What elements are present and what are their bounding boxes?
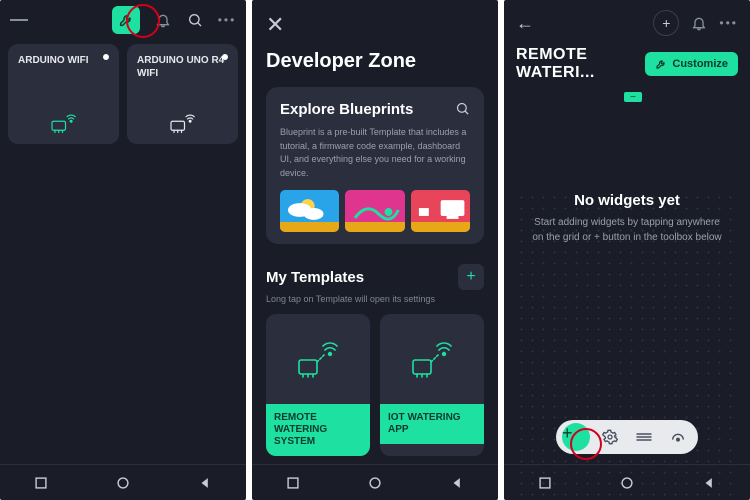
device-card[interactable]: ARDUINO UNO R4 WIFI (127, 44, 238, 144)
add-button[interactable]: + (653, 10, 679, 36)
toolbox-add-button[interactable]: + (559, 423, 593, 451)
template-name: REMOTE WATERING SYSTEM (266, 404, 370, 456)
menu-icon[interactable] (10, 11, 28, 29)
topbar: ••• (0, 0, 246, 40)
nav-home-icon[interactable] (368, 476, 382, 490)
nav-back-icon[interactable] (450, 476, 464, 490)
android-navbar (0, 464, 246, 500)
nav-home-icon[interactable] (620, 476, 634, 490)
page-title: Developer Zone (266, 50, 484, 73)
close-icon[interactable]: ✕ (266, 12, 284, 37)
nav-recent-icon[interactable] (538, 476, 552, 490)
blueprint-thumb[interactable] (345, 190, 404, 232)
search-icon[interactable] (186, 11, 204, 29)
more-icon[interactable]: ••• (719, 16, 738, 30)
screen-developer-zone: ✕ Developer Zone Explore Blueprints Blue… (252, 0, 498, 500)
device-cards: ARDUINO WIFI ARDUINO UNO R4 WIFI (0, 44, 246, 144)
my-templates-title: My Templates (266, 269, 364, 286)
blueprint-thumb[interactable] (280, 190, 339, 232)
blueprints-desc: Blueprint is a pre-built Template that i… (280, 126, 470, 180)
device-title: ARDUINO UNO R4 WIFI (137, 54, 228, 80)
template-title: REMOTE WATERI... (516, 46, 645, 82)
android-navbar (504, 464, 750, 500)
screen-devices: ••• ARDUINO WIFI ARDUINO UNO R4 WIFI (0, 0, 246, 500)
back-icon[interactable]: ← (516, 13, 534, 34)
add-template-button[interactable]: + (458, 264, 484, 290)
bell-icon[interactable] (154, 11, 172, 29)
nav-back-icon[interactable] (702, 476, 716, 490)
collapse-handle[interactable]: − (624, 92, 642, 102)
empty-subtitle: Start adding widgets by tapping anywhere… (516, 209, 738, 245)
dev-zone-button[interactable] (112, 6, 140, 34)
status-dot (103, 54, 109, 60)
templates-hint: Long tap on Template will open its setti… (252, 290, 498, 314)
nav-recent-icon[interactable] (34, 476, 48, 490)
device-title: ARDUINO WIFI (18, 54, 109, 67)
nav-home-icon[interactable] (116, 476, 130, 490)
toolbox-settings-icon[interactable] (593, 423, 627, 451)
search-icon[interactable] (455, 101, 470, 116)
template-cards: REMOTE WATERING SYSTEM IOT WATERING APP (252, 314, 498, 456)
device-card[interactable]: ARDUINO WIFI (8, 44, 119, 144)
empty-title: No widgets yet (516, 192, 738, 209)
screen-template-editor: ← + ••• REMOTE WATERI... Customize − No … (504, 0, 750, 500)
template-card[interactable]: IOT WATERING APP (380, 314, 484, 456)
toolbox-layers-icon[interactable] (627, 423, 661, 451)
template-card[interactable]: REMOTE WATERING SYSTEM (266, 314, 370, 456)
customize-label: Customize (672, 58, 728, 70)
blueprints-card[interactable]: Explore Blueprints Blueprint is a pre-bu… (266, 87, 484, 244)
android-navbar (252, 464, 498, 500)
nav-recent-icon[interactable] (286, 476, 300, 490)
toolbox-dial-icon[interactable] (661, 423, 695, 451)
more-icon[interactable]: ••• (218, 11, 236, 29)
blueprint-thumb[interactable] (411, 190, 470, 232)
bell-icon[interactable] (691, 15, 707, 31)
blueprints-title: Explore Blueprints (280, 101, 470, 118)
blueprints-thumbs (280, 190, 470, 232)
board-icon (49, 110, 79, 134)
customize-button[interactable]: Customize (645, 52, 738, 76)
board-icon (168, 110, 198, 134)
template-name: IOT WATERING APP (380, 404, 484, 444)
status-dot (222, 54, 228, 60)
toolbox-pill: + (556, 420, 698, 454)
nav-back-icon[interactable] (198, 476, 212, 490)
